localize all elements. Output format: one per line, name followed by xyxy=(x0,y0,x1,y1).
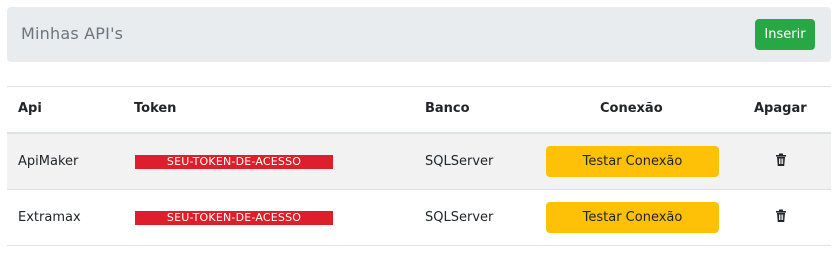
column-header-api: Api xyxy=(18,101,42,116)
column-header-apagar: Apagar xyxy=(754,101,807,116)
column-header-conexao: Conexão xyxy=(600,101,663,116)
column-header-token: Token xyxy=(134,101,177,116)
page-title: Minhas API's xyxy=(21,24,124,43)
test-connection-button[interactable]: Testar Conexão xyxy=(546,146,719,177)
header-card: Minhas API's Inserir xyxy=(7,7,831,62)
column-header-banco: Banco xyxy=(425,101,470,116)
trash-icon[interactable] xyxy=(774,208,788,222)
test-connection-button[interactable]: Testar Conexão xyxy=(546,202,719,233)
trash-icon[interactable] xyxy=(774,152,788,166)
insert-button[interactable]: Inserir xyxy=(755,19,815,50)
api-name: Extramax xyxy=(18,210,81,225)
api-table: Api Token Banco Conexão Apagar ApiMaker … xyxy=(7,86,831,246)
page: Minhas API's Inserir Api Token Banco Con… xyxy=(0,0,839,258)
table-row: ApiMaker SEU-TOKEN-DE-ACESSO SQLServer T… xyxy=(7,134,831,190)
token-value: SEU-TOKEN-DE-ACESSO xyxy=(135,211,333,225)
table-row: Extramax SEU-TOKEN-DE-ACESSO SQLServer T… xyxy=(7,190,831,246)
api-name: ApiMaker xyxy=(18,154,79,169)
token-value: SEU-TOKEN-DE-ACESSO xyxy=(135,155,333,169)
table-header: Api Token Banco Conexão Apagar xyxy=(7,87,831,134)
banco-value: SQLServer xyxy=(425,210,494,225)
banco-value: SQLServer xyxy=(425,154,494,169)
